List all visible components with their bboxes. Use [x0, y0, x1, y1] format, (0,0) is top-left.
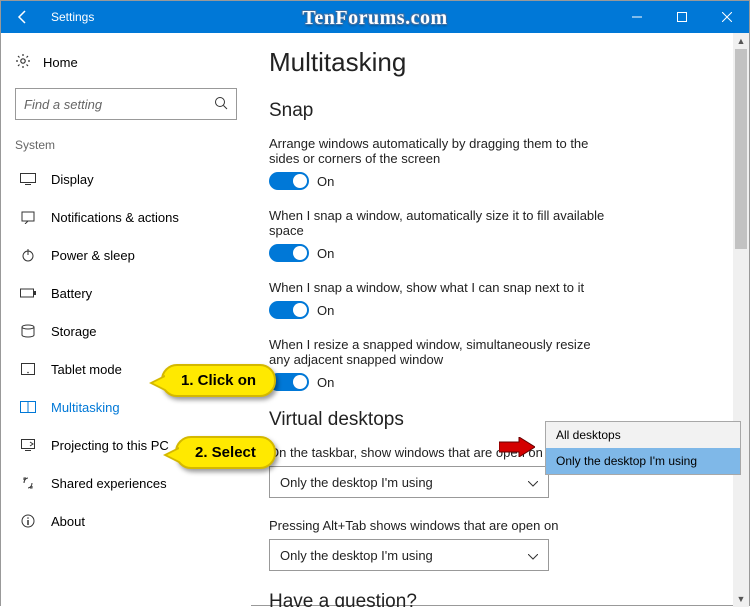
app-body: Home Find a setting System Display Notif…: [1, 33, 749, 607]
snap-toggle-3[interactable]: On: [269, 301, 713, 319]
snap-label-3: When I snap a window, show what I can sn…: [269, 280, 609, 295]
snap-toggle-1[interactable]: On: [269, 172, 713, 190]
scrollbar-thumb[interactable]: [735, 49, 747, 249]
dropdown-value: Only the desktop I'm using: [280, 475, 433, 490]
toggle-switch: [269, 172, 309, 190]
home-label: Home: [43, 55, 78, 70]
battery-icon: [17, 288, 39, 298]
sidebar-item-about[interactable]: About: [15, 502, 251, 540]
group-label: System: [15, 138, 251, 152]
snap-label-2: When I snap a window, automatically size…: [269, 208, 609, 238]
sidebar-item-label: Projecting to this PC: [51, 438, 169, 453]
section-question: Have a question?: [269, 591, 713, 607]
toggle-switch: [269, 301, 309, 319]
toggle-state: On: [317, 174, 334, 189]
sidebar: Home Find a setting System Display Notif…: [1, 33, 251, 607]
sidebar-item-label: Display: [51, 172, 94, 187]
sidebar-item-label: Storage: [51, 324, 97, 339]
vd-alttab-label: Pressing Alt+Tab shows windows that are …: [269, 518, 609, 533]
dropdown-value: Only the desktop I'm using: [280, 548, 433, 563]
shared-icon: [17, 476, 39, 490]
scroll-down-icon[interactable]: ▼: [733, 591, 749, 607]
notifications-icon: [17, 210, 39, 224]
power-icon: [17, 248, 39, 262]
sidebar-item-label: Notifications & actions: [51, 210, 179, 225]
maximize-button[interactable]: [659, 1, 704, 33]
chevron-down-icon: [528, 548, 538, 563]
sidebar-item-power[interactable]: Power & sleep: [15, 236, 251, 274]
callout-1: 1. Click on: [161, 364, 276, 397]
sidebar-item-display[interactable]: Display: [15, 160, 251, 198]
display-icon: [17, 173, 39, 185]
close-button[interactable]: [704, 1, 749, 33]
multitasking-icon: [17, 401, 39, 413]
tablet-icon: [17, 363, 39, 375]
callout-2: 2. Select: [175, 436, 276, 469]
chevron-down-icon: [528, 475, 538, 490]
projecting-icon: [17, 439, 39, 451]
toggle-state: On: [317, 303, 334, 318]
sidebar-item-notifications[interactable]: Notifications & actions: [15, 198, 251, 236]
snap-toggle-4[interactable]: On: [269, 373, 713, 391]
sidebar-item-label: Tablet mode: [51, 362, 122, 377]
arrow-icon: [499, 437, 535, 457]
info-icon: [17, 514, 39, 528]
sidebar-item-storage[interactable]: Storage: [15, 312, 251, 350]
search-input[interactable]: Find a setting: [15, 88, 237, 120]
storage-icon: [17, 324, 39, 338]
toggle-switch: [269, 244, 309, 262]
dropdown-popup: All desktops Only the desktop I'm using: [545, 421, 741, 475]
sidebar-item-battery[interactable]: Battery: [15, 274, 251, 312]
sidebar-item-label: Multitasking: [51, 400, 120, 415]
toggle-state: On: [317, 246, 334, 261]
search-placeholder: Find a setting: [24, 97, 102, 112]
dropdown-option-current[interactable]: Only the desktop I'm using: [546, 448, 740, 474]
snap-toggle-2[interactable]: On: [269, 244, 713, 262]
snap-label-1: Arrange windows automatically by draggin…: [269, 136, 609, 166]
search-icon: [214, 96, 228, 113]
vd-alttab-dropdown[interactable]: Only the desktop I'm using: [269, 539, 549, 571]
gear-icon: [15, 53, 31, 72]
scroll-up-icon[interactable]: ▲: [733, 33, 749, 49]
page-title: Multitasking: [269, 47, 713, 78]
sidebar-item-label: Shared experiences: [51, 476, 167, 491]
dropdown-option-all[interactable]: All desktops: [546, 422, 740, 448]
home-link[interactable]: Home: [15, 47, 251, 78]
sidebar-item-label: Power & sleep: [51, 248, 135, 263]
window-title: Settings: [51, 10, 94, 24]
snap-label-4: When I resize a snapped window, simultan…: [269, 337, 609, 367]
section-snap: Snap: [269, 100, 713, 122]
sidebar-item-label: Battery: [51, 286, 92, 301]
window-controls: [614, 1, 749, 33]
scrollbar[interactable]: ▲ ▼: [733, 33, 749, 607]
content-area: Multitasking Snap Arrange windows automa…: [251, 33, 733, 607]
titlebar: Settings: [1, 1, 749, 33]
minimize-button[interactable]: [614, 1, 659, 33]
sidebar-item-label: About: [51, 514, 85, 529]
back-button[interactable]: [1, 1, 45, 33]
vd-taskbar-dropdown[interactable]: Only the desktop I'm using: [269, 466, 549, 498]
sidebar-item-shared[interactable]: Shared experiences: [15, 464, 251, 502]
toggle-state: On: [317, 375, 334, 390]
